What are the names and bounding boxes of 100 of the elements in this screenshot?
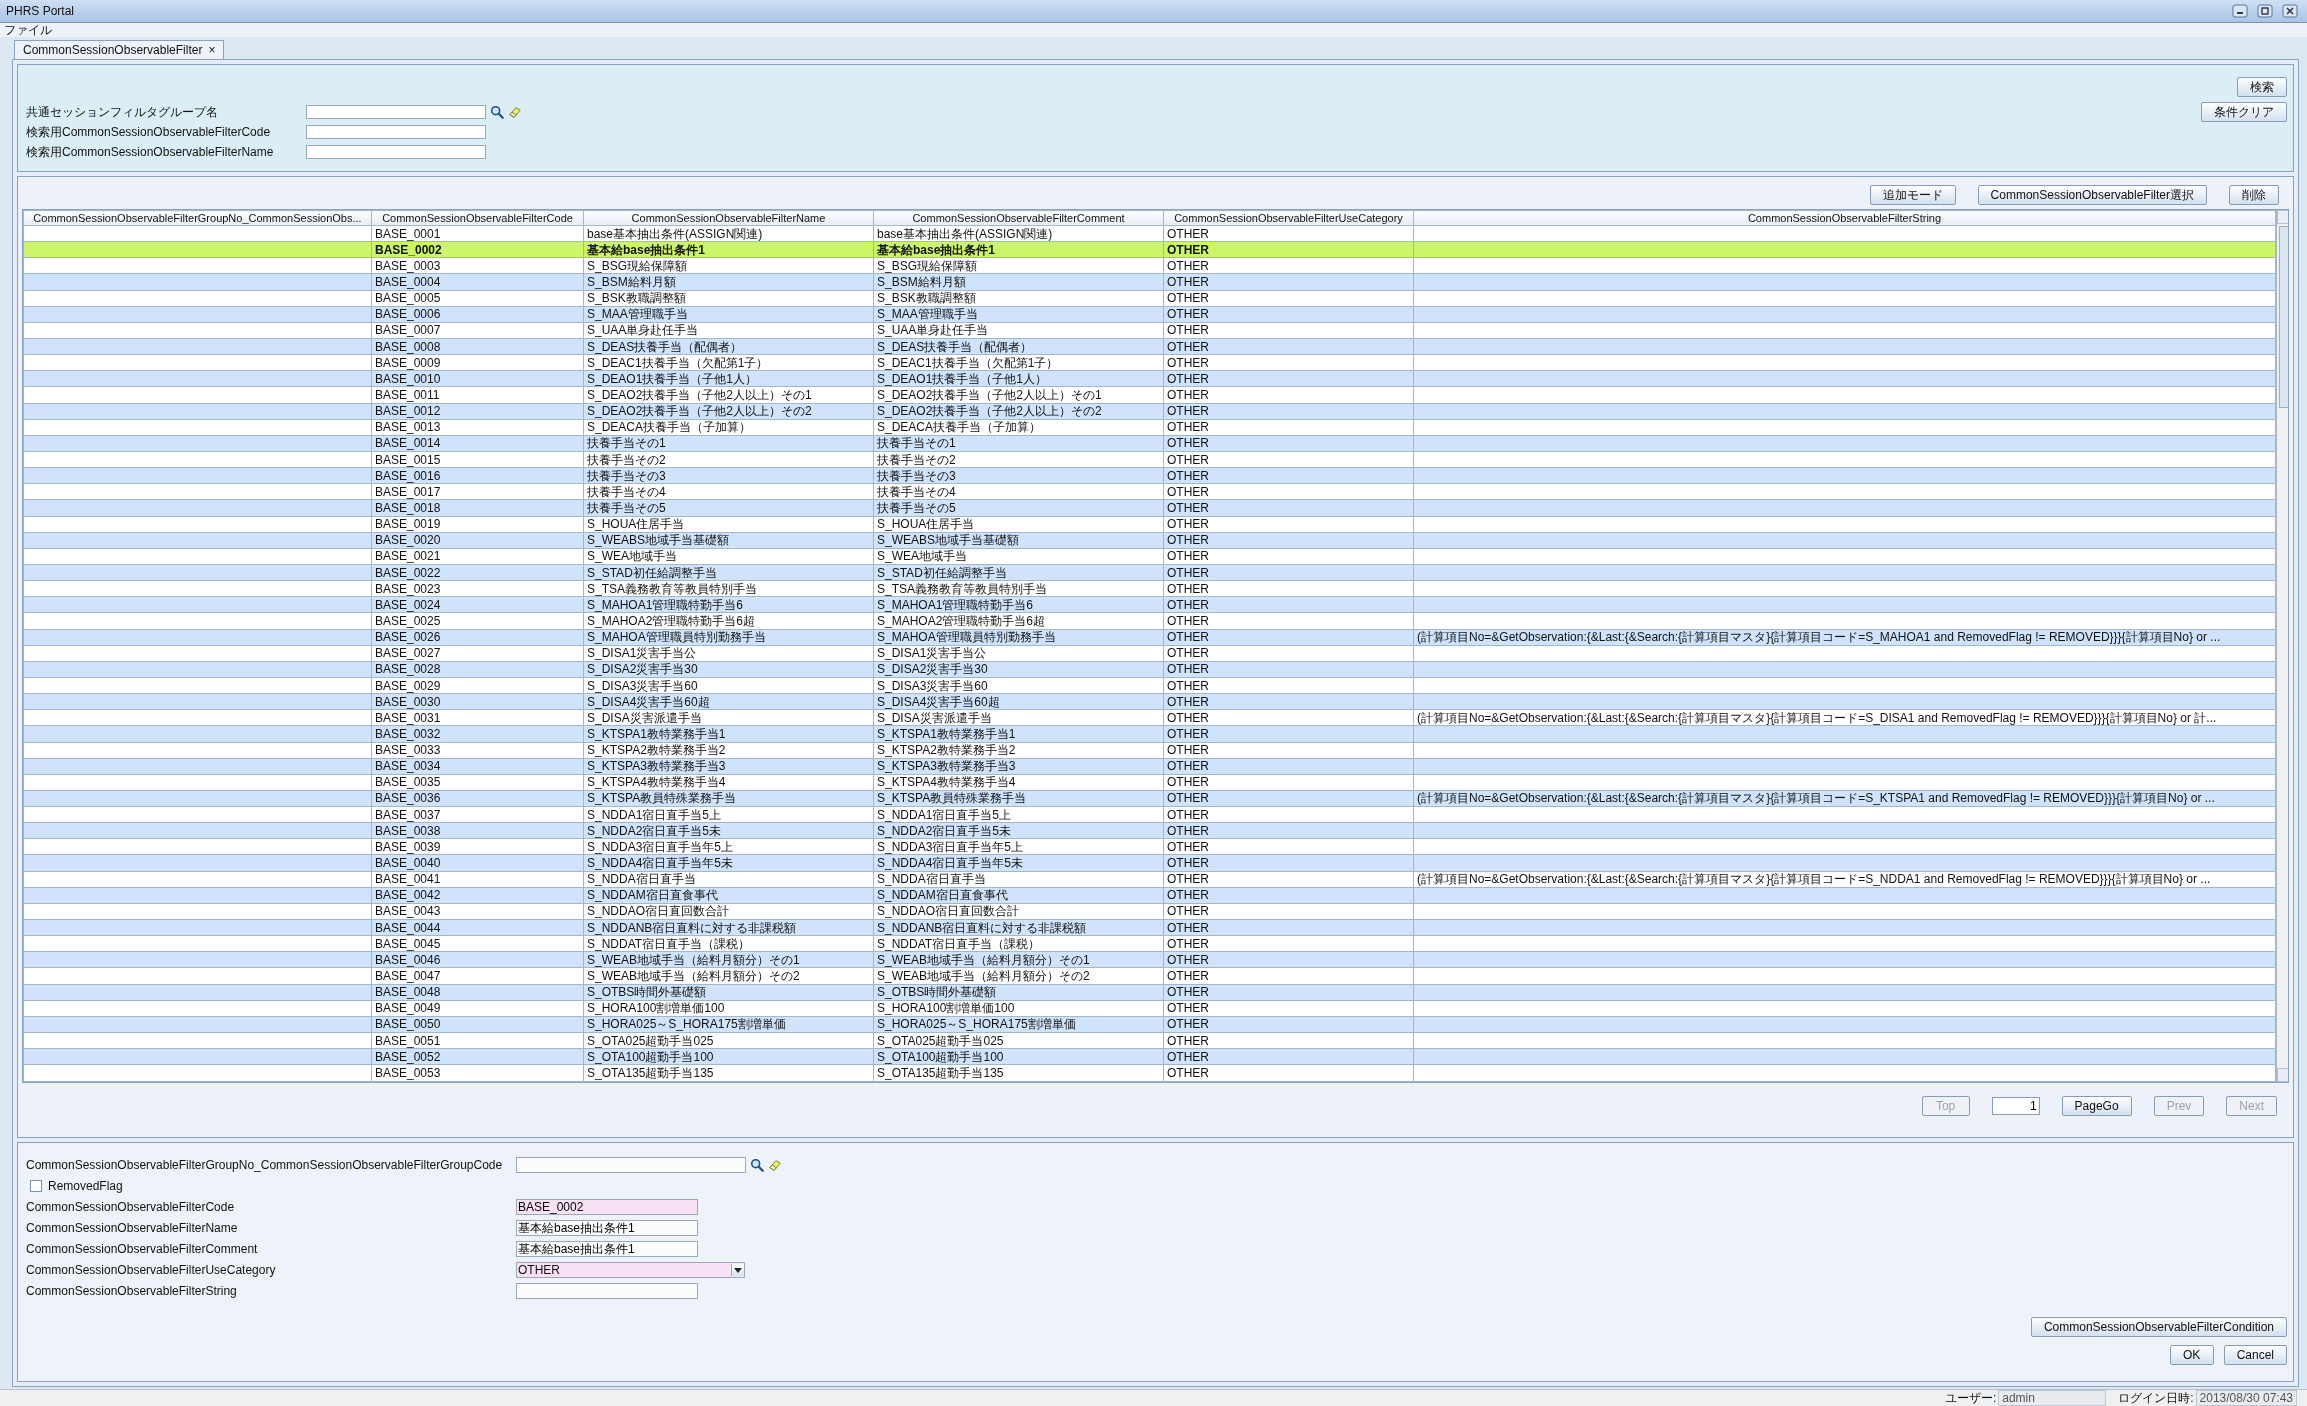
table-row[interactable]: BASE_0045 S_NDDAT宿日直手当（課税） S_NDDAT宿日直手当（課税） OTHER <box>23 935 2276 952</box>
table-row[interactable]: BASE_0021 S_WEA地域手当 S_WEA地域手当 OTHER <box>23 548 2276 565</box>
input-field[interactable] <box>516 1157 746 1173</box>
scrollbar-thumb[interactable] <box>2279 226 2288 408</box>
table-row[interactable]: BASE_0016 扶養手当その3 扶養手当その3 OTHER <box>23 467 2276 484</box>
input-field[interactable] <box>306 125 486 139</box>
input-field[interactable]: BASE_0002 <box>516 1199 698 1215</box>
table-row[interactable]: BASE_0022 S_STAD初任給調整手当 S_STAD初任給調整手当 OTHER <box>23 564 2276 581</box>
column-header[interactable]: CommonSessionObservableFilterComment <box>873 210 1164 226</box>
table-row[interactable]: BASE_0050 S_HORA025～S_HORA175割増単価 S_HORA025～S_HORA175割増単価 OTHER <box>23 1016 2276 1033</box>
table-row[interactable]: BASE_0034 S_KTSPA3教特業務手当3 S_KTSPA3教特業務手当3 OTHER <box>23 758 2276 775</box>
table-cell: OTHER <box>1167 1001 1209 1016</box>
table-row[interactable]: BASE_0025 S_MAHOA2管理職特勤手当6超 S_MAHOA2管理職特勤手当6超 OTHER <box>23 612 2276 629</box>
table-row[interactable]: BASE_0052 S_OTA100超勤手当100 S_OTA100超勤手当100 OTHER <box>23 1048 2276 1065</box>
column-header[interactable]: CommonSessionObservableFilterUseCategory <box>1163 210 1414 226</box>
toolbar-button[interactable]: CommonSessionObservableFilter選択 <box>1977 185 2207 205</box>
search-panel-button[interactable]: 条件クリア <box>2201 102 2287 122</box>
table-row[interactable]: BASE_0046 S_WEAB地域手当（給料月額分）その1 S_WEAB地域手当（給料月額分）その1 OTHER <box>23 951 2276 968</box>
table-row[interactable]: BASE_0018 扶養手当その5 扶養手当その5 OTHER <box>23 499 2276 517</box>
table-row[interactable]: BASE_0024 S_MAHOA1管理職特勤手当6 S_MAHOA1管理職特勤手当6 OTHER <box>23 596 2276 613</box>
table-row[interactable]: BASE_0037 S_NDDA1宿日直手当5上 S_NDDA1宿日直手当5上 OTHER <box>23 806 2276 823</box>
table-row[interactable]: BASE_0048 S_OTBS時間外基礎額 S_OTBS時間外基礎額 OTHER <box>23 984 2276 1001</box>
scrollbar[interactable] <box>2276 210 2288 1082</box>
table-row[interactable]: BASE_0014 扶養手当その1 扶養手当その1 OTHER <box>23 435 2276 452</box>
table-row[interactable]: BASE_0029 S_DISA3災害手当60 S_DISA3災害手当60 OTHER <box>23 677 2276 694</box>
input-field[interactable]: 基本給base抽出条件1 <box>516 1220 698 1236</box>
table-cell: S_NDDA2宿日直手当5未 <box>587 823 722 838</box>
column-header[interactable]: CommonSessionObservableFilterCode <box>371 210 584 226</box>
eraser-icon[interactable] <box>768 1158 782 1172</box>
table-row[interactable]: BASE_0042 S_NDDAM宿日直食事代 S_NDDAM宿日直食事代 OTHER <box>23 887 2276 904</box>
close-icon[interactable]: × <box>208 43 216 57</box>
table-row[interactable]: BASE_0053 S_OTA135超勤手当135 S_OTA135超勤手当135 OTHER <box>23 1064 2276 1082</box>
table-row[interactable]: BASE_0020 S_WEABS地域手当基礎額 S_WEABS地域手当基礎額 OTHER <box>23 532 2276 549</box>
table-row[interactable]: BASE_0031 S_DISA災害派遣手当 S_DISA災害派遣手当 OTHER (計算項目No=&GetObservation:{&Last:{&Search:{計算項目マスタ}{計算項目コード=S_DISA1 and RemovedFlag != REMOVED}}}{計算項目No} or 計... <box>23 709 2276 726</box>
table-row[interactable]: BASE_0044 S_NDDANB宿日直料に対する非課税額 S_NDDANB宿日直料に対する非課税額 OTHER <box>23 919 2276 936</box>
checkbox-label[interactable]: RemovedFlag <box>48 1179 123 1193</box>
table-row[interactable]: BASE_0051 S_OTA025超勤手当025 S_OTA025超勤手当025 OTHER <box>23 1032 2276 1049</box>
table-row[interactable]: BASE_0026 S_MAHOA管理職員特別勤務手当 S_MAHOA管理職員特別勤務手当 OTHER (計算項目No=&GetObservation:{&Last:{&Search:{計算項目マスタ}{計算項目コード=S_MAHOA1 and RemovedFlag != REMOVED}}}{計算項目No} or ... <box>23 629 2276 646</box>
page-field[interactable]: 1 <box>1991 1097 2040 1115</box>
table-row[interactable]: BASE_0038 S_NDDA2宿日直手当5未 S_NDDA2宿日直手当5未 OTHER <box>23 822 2276 839</box>
condition-button[interactable]: CommonSessionObservableFilterCondition <box>2030 1317 2287 1337</box>
table-row[interactable]: BASE_0023 S_TSA義務教育等教員特別手当 S_TSA義務教育等教員特別手当 OTHER <box>23 580 2276 597</box>
toolbar-button[interactable]: 追加モード <box>1869 185 1956 205</box>
column-header[interactable]: CommonSessionObservableFilterGroupNo_CommonSessionObs... <box>23 210 372 226</box>
search-panel-button[interactable]: 検索 <box>2237 77 2287 97</box>
table-row[interactable]: BASE_0043 S_NDDAO宿日直回数合計 S_NDDAO宿日直回数合計 OTHER <box>23 903 2276 920</box>
table-row[interactable]: BASE_0033 S_KTSPA2教特業務手当2 S_KTSPA2教特業務手当2 OTHER <box>23 742 2276 759</box>
input-field[interactable] <box>306 145 486 159</box>
input-field[interactable]: 基本給base抽出条件1 <box>516 1241 698 1257</box>
table-row[interactable]: BASE_0010 S_DEAO1扶養手当（子他1人） S_DEAO1扶養手当（子他1人） OTHER <box>23 370 2276 387</box>
table-row[interactable]: BASE_0015 扶養手当その2 扶養手当その2 OTHER <box>23 451 2276 468</box>
dialog-button[interactable]: Cancel <box>2223 1345 2287 1365</box>
table-row[interactable]: BASE_0039 S_NDDA3宿日直手当年5上 S_NDDA3宿日直手当年5上 OTHER <box>23 838 2276 855</box>
table-row[interactable]: BASE_0001 base基本抽出条件(ASSIGN関連) base基本抽出条件(ASSIGN関連) OTHER <box>23 225 2276 242</box>
table-row[interactable]: BASE_0005 S_BSK教職調整額 S_BSK教職調整額 OTHER <box>23 290 2276 307</box>
dialog-button[interactable]: OK <box>2169 1345 2214 1365</box>
table-cell: OTHER <box>1167 791 1209 806</box>
maximize-icon[interactable] <box>2254 3 2276 19</box>
tab-label[interactable]: CommonSessionObservableFilter <box>23 43 203 57</box>
tab[interactable]: CommonSessionObservableFilter × <box>14 40 225 59</box>
table-row[interactable]: BASE_0012 S_DEAO2扶養手当（子他2人以上）その2 S_DEAO2扶養手当（子他2人以上）その2 OTHER <box>23 403 2276 420</box>
table-row[interactable]: BASE_0002 基本給base抽出条件1 基本給base抽出条件1 OTHER <box>23 241 2276 258</box>
table-row[interactable]: BASE_0013 S_DEACA扶養手当（子加算） S_DEACA扶養手当（子加算） OTHER <box>23 419 2276 436</box>
menu-item[interactable]: ファイル <box>4 23 52 37</box>
close-icon[interactable] <box>2279 3 2301 19</box>
table-row[interactable]: BASE_0003 S_BSG現給保障額 S_BSG現給保障額 OTHER <box>23 257 2276 274</box>
table-row[interactable]: BASE_0008 S_DEAS扶養手当（配偶者） S_DEAS扶養手当（配偶者） OTHER <box>23 338 2276 355</box>
table-row[interactable]: BASE_0006 S_MAA管理職手当 S_MAA管理職手当 OTHER <box>23 306 2276 323</box>
table-row[interactable]: BASE_0035 S_KTSPA4教特業務手当4 S_KTSPA4教特業務手当4 OTHER <box>23 774 2276 791</box>
table-row[interactable]: BASE_0030 S_DISA4災害手当60超 S_DISA4災害手当60超 OTHER <box>23 693 2276 710</box>
table-row[interactable]: BASE_0004 S_BSM給料月額 S_BSM給料月額 OTHER <box>23 273 2276 291</box>
table-row[interactable]: BASE_0028 S_DISA2災害手当30 S_DISA2災害手当30 OTHER <box>23 661 2276 678</box>
table-row[interactable]: BASE_0047 S_WEAB地域手当（給料月額分）その2 S_WEAB地域手当（給料月額分）その2 OTHER <box>23 967 2276 985</box>
checkbox[interactable] <box>30 1180 42 1192</box>
caret-icon[interactable] <box>731 1264 744 1276</box>
table-row[interactable]: BASE_0049 S_HORA100割増単価100 S_HORA100割増単価100 OTHER <box>23 1000 2276 1017</box>
eraser-icon[interactable] <box>508 105 522 119</box>
table-cell: BASE_0041 <box>375 872 441 887</box>
table-row[interactable]: BASE_0036 S_KTSPA教員特殊業務手当 S_KTSPA教員特殊業務手当 OTHER (計算項目No=&GetObservation:{&Last:{&Search:{計算項目マスタ}{計算項目コード=S_KTSPA1 and RemovedFlag != REMOVED}}}{計算項目No} or ... <box>23 790 2276 807</box>
search-icon[interactable] <box>750 1158 764 1172</box>
input-field[interactable] <box>516 1283 698 1299</box>
table-row[interactable]: BASE_0040 S_NDDA4宿日直手当年5未 S_NDDA4宿日直手当年5未 OTHER <box>23 855 2276 872</box>
toolbar-button[interactable]: 削除 <box>2229 185 2279 205</box>
table-row[interactable]: BASE_0041 S_NDDA宿日直手当 S_NDDA宿日直手当 OTHER (計算項目No=&GetObservation:{&Last:{&Search:{計算項目マスタ}{計算項目コード=S_NDDA1 and RemovedFlag != REMOVED}}}{計算項目No} or ... <box>23 871 2276 888</box>
table-cell: BASE_0049 <box>375 1001 441 1016</box>
table-row[interactable]: BASE_0011 S_DEAO2扶養手当（子他2人以上）その1 S_DEAO2扶養手当（子他2人以上）その1 OTHER <box>23 386 2276 404</box>
input-field[interactable] <box>306 105 486 119</box>
search-icon[interactable] <box>490 105 504 119</box>
table-row[interactable]: BASE_0017 扶養手当その4 扶養手当その4 OTHER <box>23 483 2276 500</box>
table-row[interactable]: BASE_0007 S_UAA単身赴任手当 S_UAA単身赴任手当 OTHER <box>23 322 2276 339</box>
table-cell: BASE_0028 <box>375 662 441 677</box>
table-row[interactable]: BASE_0032 S_KTSPA1教特業務手当1 S_KTSPA1教特業務手当1 OTHER <box>23 725 2276 742</box>
minimize-icon[interactable] <box>2229 3 2251 19</box>
column-header[interactable]: CommonSessionObservableFilterName <box>583 210 874 226</box>
pager-button[interactable]: PageGo <box>2061 1096 2132 1116</box>
column-header[interactable]: CommonSessionObservableFilterString <box>1413 210 2276 226</box>
table-row[interactable]: BASE_0009 S_DEAC1扶養手当（欠配第1子） S_DEAC1扶養手当（欠配第1子） OTHER <box>23 354 2276 371</box>
table-row[interactable]: BASE_0027 S_DISA1災害手当公 S_DISA1災害手当公 OTHER <box>23 645 2276 662</box>
dropdown[interactable]: OTHER <box>516 1262 745 1278</box>
table-row[interactable]: BASE_0019 S_HOUA住居手当 S_HOUA住居手当 OTHER <box>23 516 2276 533</box>
